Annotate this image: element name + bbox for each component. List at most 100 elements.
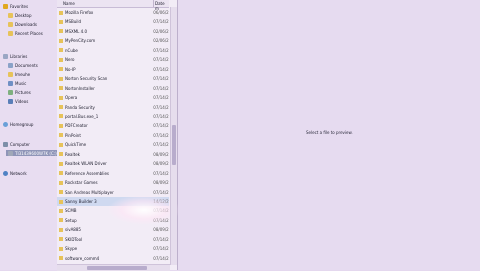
file-row-name: Rockstar Games: [65, 180, 98, 186]
file-row-date: 07/14/2: [153, 123, 169, 129]
pictures-icon: [8, 89, 13, 95]
file-row-name: Skype: [65, 246, 78, 252]
nav-favorites-label: Favorites: [10, 3, 29, 9]
nav-item-label: Pictures: [15, 89, 31, 95]
nav-item-imeuhe[interactable]: Imeuhe: [8, 71, 30, 77]
file-row-date: 07/14/2: [153, 142, 169, 148]
file-row-date: 02/06/2: [153, 38, 169, 44]
file-row-date: 08/09/2: [153, 227, 169, 233]
folder-icon: [59, 218, 63, 223]
file-row-name: Realtek WLAN Driver: [65, 161, 107, 167]
file-row[interactable]: SCMB 07/14/2: [57, 206, 169, 215]
file-row-name: portal.Bus.exe_1: [65, 113, 99, 119]
file-row-date: 14/12/2: [153, 199, 169, 204]
recent-places-icon: [8, 30, 13, 36]
nav-item-pictures[interactable]: Pictures: [8, 89, 31, 95]
file-row[interactable]: portal.Bus.exe_1 07/14/2: [57, 112, 169, 121]
file-row[interactable]: Setup 07/14/2: [57, 216, 169, 225]
file-row-date: 08/09/2: [153, 180, 169, 186]
nav-item-documents[interactable]: Documents: [8, 62, 38, 68]
folder-icon: [59, 133, 63, 138]
file-row[interactable]: San Andreas Multiplayer 07/14/2: [57, 188, 169, 197]
file-row[interactable]: PinPoint 07/14/2: [57, 131, 169, 140]
file-row-name: Panda Security: [65, 104, 95, 110]
folder-icon: [59, 67, 63, 72]
file-row-name: SKIDTool: [65, 236, 83, 242]
folder-icon: [59, 114, 63, 119]
vertical-scroll-thumb[interactable]: [172, 125, 176, 165]
folder-icon: [59, 95, 63, 100]
file-row-name: PinPoint: [65, 132, 81, 138]
nav-homegroup[interactable]: Homegroup: [3, 121, 33, 127]
file-row[interactable]: sivA885 08/09/2: [57, 225, 169, 234]
file-row[interactable]: MyPenCity.com 02/06/2: [57, 36, 169, 45]
file-row-name: SCMB: [65, 208, 77, 214]
nav-item-recent-places[interactable]: Recent Places: [8, 30, 43, 36]
nav-item-label: TI31439600W7K (C:): [15, 150, 57, 156]
downloads-icon: [8, 21, 13, 27]
file-row[interactable]: Nero 07/14/2: [57, 55, 169, 64]
nav-computer[interactable]: Computer: [3, 141, 30, 147]
file-row[interactable]: NortonInstaller 07/14/2: [57, 84, 169, 93]
nav-item-desktop[interactable]: Desktop: [8, 12, 32, 18]
nav-item-label: Music: [15, 80, 27, 86]
file-row[interactable]: PDFCreator 07/14/2: [57, 121, 169, 130]
file-row-date: 07/14/2: [153, 189, 169, 195]
star-icon: [3, 3, 8, 9]
nav-item-label: Videos: [15, 98, 29, 104]
folder-icon: [59, 76, 63, 81]
nav-item-local-disk[interactable]: TI31439600W7K (C:): [6, 150, 59, 156]
folder-icon: [59, 48, 63, 53]
file-row[interactable]: Rockstar Games 08/09/2: [57, 178, 169, 187]
nav-item-label: Imeuhe: [15, 71, 31, 77]
file-row[interactable]: MSXML 4.0 02/06/2: [57, 27, 169, 36]
file-row-date: 07/14/2: [153, 19, 169, 25]
nav-libraries[interactable]: Libraries: [3, 53, 27, 59]
file-row[interactable]: Norton Security Scan 07/14/2: [57, 74, 169, 83]
folder-icon: [59, 105, 63, 109]
nav-item-videos[interactable]: Videos: [8, 98, 28, 104]
file-row-date: 07/14/2: [153, 66, 169, 72]
folder-icon: [59, 161, 63, 166]
drive-icon: [8, 150, 13, 156]
file-row[interactable]: Sanny Builder 3 14/12/2: [57, 197, 169, 206]
nav-network[interactable]: Network: [3, 170, 27, 176]
file-row-name: nCube: [65, 47, 78, 53]
computer-icon: [3, 141, 8, 147]
file-row-date: 07/14/2: [153, 246, 169, 252]
file-row[interactable]: No-IP 07/14/2: [57, 65, 169, 74]
file-row[interactable]: Opera 07/14/2: [57, 93, 169, 102]
folder-icon: [59, 152, 63, 157]
horizontal-scroll-thumb[interactable]: [87, 266, 147, 270]
file-row-date: 07/14/2: [153, 170, 169, 176]
file-row-name: Mozilla Firefox: [65, 10, 94, 15]
file-row[interactable]: Realtek WLAN Driver 08/09/2: [57, 159, 169, 168]
folder-icon: [59, 29, 63, 34]
folder-icon: [59, 142, 63, 147]
file-row-name: NortonInstaller: [65, 85, 95, 91]
file-row[interactable]: MSBuild 07/14/2: [57, 17, 169, 26]
nav-item-music[interactable]: Music: [8, 80, 26, 86]
file-row[interactable]: Mozilla Firefox 06/06/2: [57, 8, 169, 17]
music-icon: [8, 80, 13, 86]
folder-icon: [59, 199, 63, 204]
nav-item-downloads[interactable]: Downloads: [8, 21, 37, 27]
file-row[interactable]: Realtek 08/09/2: [57, 150, 169, 159]
nav-computer-label: Computer: [10, 141, 30, 147]
nav-favorites[interactable]: Favorites: [3, 3, 28, 9]
file-row[interactable]: Reference Assemblies 07/14/2: [57, 169, 169, 178]
file-row-name: No-IP: [65, 66, 76, 72]
file-row[interactable]: QuickTime 07/14/2: [57, 140, 169, 149]
file-row[interactable]: nCube 07/14/2: [57, 46, 169, 55]
column-header-name[interactable]: Name: [63, 1, 75, 6]
file-row[interactable]: Panda Security 07/14/2: [57, 103, 169, 112]
documents-icon: [8, 62, 13, 68]
file-row[interactable]: SKIDTool 07/14/2: [57, 235, 169, 244]
file-row-date: 07/14/2: [153, 236, 169, 242]
folder-icon: [59, 123, 63, 128]
file-row[interactable]: software_comm4 07/14/2: [57, 254, 169, 263]
column-divider[interactable]: [153, 0, 154, 7]
folder-icon: [59, 227, 63, 232]
vertical-scrollbar[interactable]: [170, 7, 177, 265]
file-row[interactable]: Skype 07/14/2: [57, 244, 169, 253]
